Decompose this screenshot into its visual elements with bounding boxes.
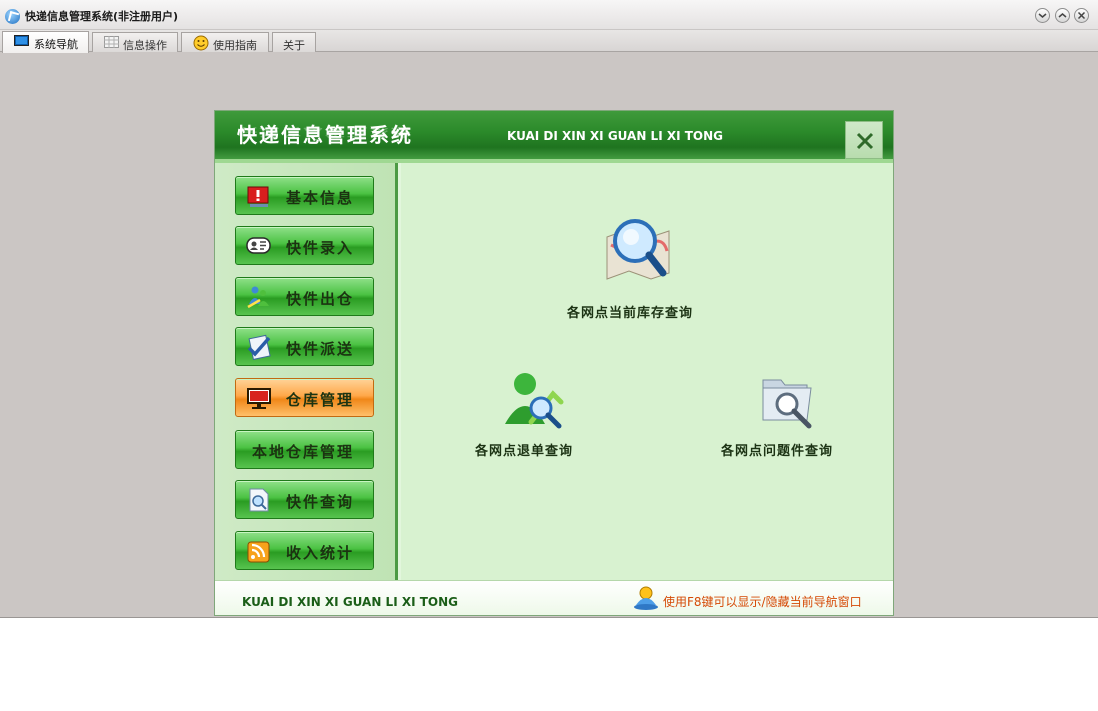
- smiley-icon: [193, 35, 209, 51]
- sidebar-item-label: 快件查询: [286, 493, 355, 511]
- map-search-icon: [606, 219, 670, 280]
- tab-bar: 系统导航 信息操作 使用指南 关于: [0, 30, 1098, 53]
- navigation-panel: 快递信息管理系统 快递信息管理系统 KUAI DI XIN XI GUAN LI…: [214, 110, 894, 616]
- tab-user-guide[interactable]: 使用指南: [181, 32, 269, 52]
- sidebar-item-warehouse-management[interactable]: 仓库管理: [235, 378, 374, 417]
- panel-header: 快递信息管理系统 快递信息管理系统 KUAI DI XIN XI GUAN LI…: [215, 111, 893, 163]
- tab-label: 系统导航: [34, 38, 78, 51]
- close-icon: [856, 132, 874, 150]
- footer-tip: 使用F8键可以显示/隐藏当前导航窗口: [663, 595, 862, 609]
- alert-monitor-icon: [247, 186, 269, 207]
- folder-search-icon: [762, 379, 812, 429]
- sidebar-item-label: 快件派送: [286, 340, 355, 358]
- panel-subtitle: KUAI DI XIN XI GUAN LI XI TONG: [507, 129, 724, 143]
- sidebar-item-parcel-delivery[interactable]: 快件派送: [235, 327, 374, 366]
- sidebar-item-label: 基本信息: [286, 189, 355, 207]
- minimize-button[interactable]: [1035, 8, 1050, 23]
- sidebar-item-parcel-entry[interactable]: 快件录入: [235, 226, 374, 265]
- close-panel-button[interactable]: [845, 121, 883, 159]
- footer-brand: KUAI DI XIN XI GUAN LI XI TONG: [242, 595, 459, 609]
- close-icon: [1077, 11, 1086, 20]
- monitor-icon: [247, 388, 271, 409]
- app-logo-icon: [5, 9, 20, 24]
- sidebar-item-income-statistics[interactable]: 收入统计: [235, 531, 374, 570]
- app-window: 快递信息管理系统(非注册用户) 系统导航 信息操作 使用指南 关于 快递信息管理…: [0, 0, 1098, 618]
- feature-label: 各网点当前库存查询: [567, 306, 694, 321]
- people-arrow-icon: [247, 286, 269, 309]
- tab-system-navigation[interactable]: 系统导航: [2, 31, 89, 53]
- tab-label: 信息操作: [123, 39, 167, 52]
- tab-label: 关于: [283, 39, 305, 52]
- maximize-button[interactable]: [1055, 8, 1070, 23]
- sidebar: 基本信息 快件录入 快件出仓 快件派送 仓库管理 本地仓库管理 快件查询 收入统…: [215, 163, 398, 580]
- panel-footer: KUAI DI XIN XI GUAN LI XI TONG 使用F8键可以显示…: [215, 580, 893, 615]
- rss-icon: [247, 541, 270, 563]
- sidebar-item-label: 本地仓库管理: [252, 443, 355, 461]
- sidebar-item-label: 收入统计: [286, 544, 355, 562]
- feature-label: 各网点问题件查询: [721, 444, 834, 459]
- sidebar-item-label: 快件出仓: [286, 290, 355, 308]
- feature-area: 各网点当前库存查询 各网点退单查询 各网点问题件查询: [401, 163, 893, 580]
- tab-about[interactable]: 关于: [272, 32, 316, 52]
- monitor-icon: [14, 35, 29, 46]
- chevron-down-icon: [1038, 13, 1047, 18]
- sidebar-item-label: 快件录入: [286, 239, 355, 257]
- sidebar-item-parcel-outbound[interactable]: 快件出仓: [235, 277, 374, 316]
- panel-title-reflection: 快递信息管理系统: [237, 125, 413, 139]
- sidebar-item-parcel-query[interactable]: 快件查询: [235, 480, 374, 519]
- title-bar: 快递信息管理系统(非注册用户): [0, 0, 1098, 30]
- chevron-up-icon: [1058, 13, 1067, 18]
- sidebar-item-label: 仓库管理: [286, 391, 355, 409]
- user-search-icon: [505, 373, 564, 429]
- feature-label: 各网点退单查询: [475, 444, 574, 459]
- sidebar-item-basic-info[interactable]: 基本信息: [235, 176, 374, 215]
- user-tip-icon: [634, 586, 658, 610]
- contact-card-icon: [246, 237, 271, 254]
- tab-label: 使用指南: [213, 39, 257, 52]
- tab-info-operations[interactable]: 信息操作: [92, 32, 178, 52]
- window-title: 快递信息管理系统(非注册用户): [25, 10, 179, 23]
- close-window-button[interactable]: [1074, 8, 1089, 23]
- sidebar-item-local-warehouse-management[interactable]: 本地仓库管理: [235, 430, 374, 469]
- document-search-icon: [249, 488, 269, 512]
- checklist-icon: [247, 334, 271, 360]
- grid-icon: [104, 36, 119, 48]
